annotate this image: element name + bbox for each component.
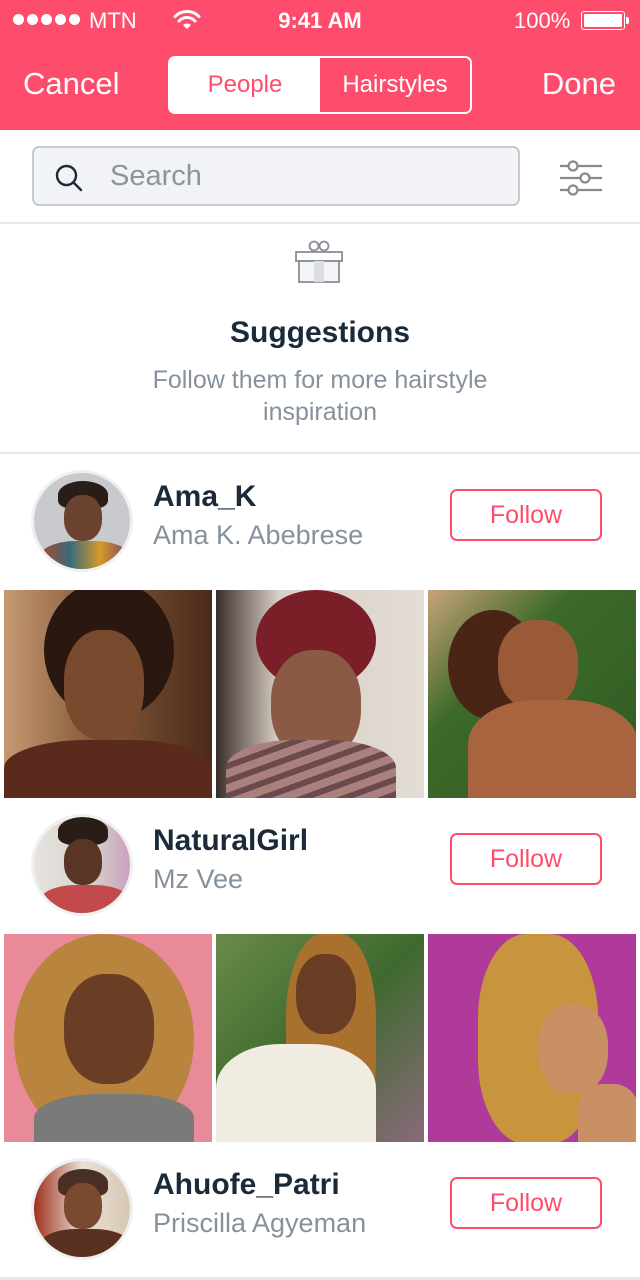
follow-button[interactable]: Follow bbox=[450, 833, 602, 885]
user-row[interactable]: NaturalGirl Mz Vee Follow bbox=[0, 798, 640, 928]
username[interactable]: Ama_K bbox=[153, 480, 256, 514]
search-bar bbox=[0, 130, 640, 224]
follow-button[interactable]: Follow bbox=[450, 489, 602, 541]
cancel-button[interactable]: Cancel bbox=[23, 66, 120, 102]
full-name: Mz Vee bbox=[153, 864, 244, 894]
hairstyle-photo[interactable] bbox=[4, 934, 212, 1142]
battery-percentage: 100% bbox=[514, 8, 571, 33]
sliders-icon[interactable] bbox=[558, 158, 604, 198]
full-name: Priscilla Agyeman bbox=[153, 1208, 367, 1238]
user-row[interactable]: Ama_K Ama K. Abebrese Follow bbox=[0, 454, 640, 584]
suggestions-subtitle: Follow them for more hairstyle inspirati… bbox=[152, 366, 488, 426]
follow-button[interactable]: Follow bbox=[450, 1177, 602, 1229]
search-field[interactable] bbox=[32, 146, 520, 206]
full-name: Ama K. Abebrese bbox=[153, 520, 364, 550]
avatar[interactable] bbox=[31, 1158, 133, 1260]
avatar[interactable] bbox=[31, 470, 133, 572]
avatar[interactable] bbox=[31, 814, 133, 916]
hairstyle-photo-grid bbox=[0, 590, 640, 800]
tab-people[interactable]: People bbox=[170, 58, 320, 112]
battery-icon bbox=[581, 11, 629, 30]
search-icon bbox=[55, 164, 83, 192]
hairstyle-photo[interactable] bbox=[428, 590, 636, 798]
hairstyle-photo[interactable] bbox=[216, 934, 424, 1142]
username[interactable]: NaturalGirl bbox=[153, 824, 308, 858]
status-bar: MTN 9:41 AM 100% bbox=[0, 0, 640, 40]
tab-hairstyles[interactable]: Hairstyles bbox=[320, 58, 470, 112]
navigation-header: MTN 9:41 AM 100% Cancel People Hairstyle… bbox=[0, 0, 640, 130]
segmented-control: People Hairstyles bbox=[168, 56, 472, 114]
hairstyle-photo-grid bbox=[0, 934, 640, 1144]
user-row[interactable]: Ahuofe_Patri Priscilla Agyeman Follow bbox=[0, 1142, 640, 1272]
gift-icon bbox=[295, 240, 343, 283]
hairstyle-photo[interactable] bbox=[428, 934, 636, 1142]
username[interactable]: Ahuofe_Patri bbox=[153, 1168, 340, 1202]
hairstyle-photo[interactable] bbox=[4, 590, 212, 798]
done-button[interactable]: Done bbox=[542, 66, 616, 102]
search-input[interactable] bbox=[110, 156, 500, 196]
suggestions-header: Suggestions Follow them for more hairsty… bbox=[0, 224, 640, 454]
hairstyle-photo[interactable] bbox=[216, 590, 424, 798]
suggestions-title: Suggestions bbox=[229, 316, 410, 349]
